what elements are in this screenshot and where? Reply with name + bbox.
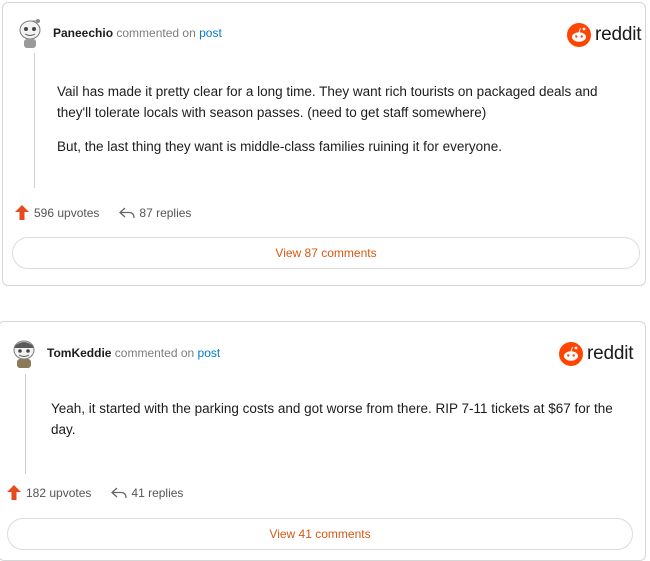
comment-paragraph: Yeah, it started with the parking costs … <box>51 401 613 437</box>
comment-actions: 596 upvotes 87 replies <box>15 205 191 220</box>
replies-button[interactable]: 41 replies <box>111 486 183 500</box>
reddit-snoo-icon <box>559 342 583 366</box>
action-text: commented on <box>116 26 196 40</box>
snoo-avatar-icon <box>19 19 41 48</box>
replies-count: 41 replies <box>131 485 184 500</box>
upvote-count: 182 upvotes <box>26 485 92 500</box>
username-link[interactable]: TomKeddie <box>47 346 111 360</box>
post-link[interactable]: post <box>198 346 221 360</box>
reddit-wordmark: reddit <box>587 343 634 364</box>
reddit-wordmark: reddit <box>595 24 642 45</box>
comment-meta: TomKeddie commented on post <box>47 346 220 360</box>
reply-arrow-icon <box>111 487 128 498</box>
comment-paragraph: But, the last thing they want is middle-… <box>57 139 502 154</box>
reddit-logo: reddit <box>559 342 634 366</box>
comment-header: Paneechio commented on post <box>15 17 222 49</box>
upvote-button[interactable]: 182 upvotes <box>7 485 91 500</box>
reply-arrow-icon <box>119 207 136 218</box>
comment-body: Yeah, it started with the parking costs … <box>51 398 621 453</box>
thread-line[interactable] <box>34 53 35 188</box>
comment-actions: 182 upvotes 41 replies <box>7 485 183 500</box>
reddit-logo: reddit <box>567 23 642 47</box>
comment-header: TomKeddie commented on post <box>9 337 220 369</box>
thread-line[interactable] <box>25 374 26 474</box>
comment-meta: Paneechio commented on post <box>53 26 222 40</box>
reddit-snoo-icon <box>567 23 591 47</box>
upvote-arrow-icon <box>7 485 21 500</box>
snoo-avatar-icon <box>13 340 35 368</box>
action-text: commented on <box>114 346 195 360</box>
upvote-button[interactable]: 596 upvotes <box>15 205 99 220</box>
replies-count: 87 replies <box>139 205 192 220</box>
comment-body: Vail has made it pretty clear for a long… <box>57 81 623 170</box>
view-comments-button[interactable]: View 87 comments <box>12 237 640 269</box>
post-link[interactable]: post <box>199 26 222 40</box>
comment-paragraph: Vail has made it pretty clear for a long… <box>57 84 598 120</box>
username-link[interactable]: Paneechio <box>53 26 113 40</box>
view-comments-button[interactable]: View 41 comments <box>7 518 633 550</box>
comment-card: TomKeddie commented on post reddit Yeah,… <box>0 321 646 561</box>
upvote-arrow-icon <box>15 205 29 220</box>
replies-button[interactable]: 87 replies <box>119 206 191 220</box>
upvote-count: 596 upvotes <box>34 205 100 220</box>
comment-card: Paneechio commented on post reddit Vail … <box>2 2 646 286</box>
